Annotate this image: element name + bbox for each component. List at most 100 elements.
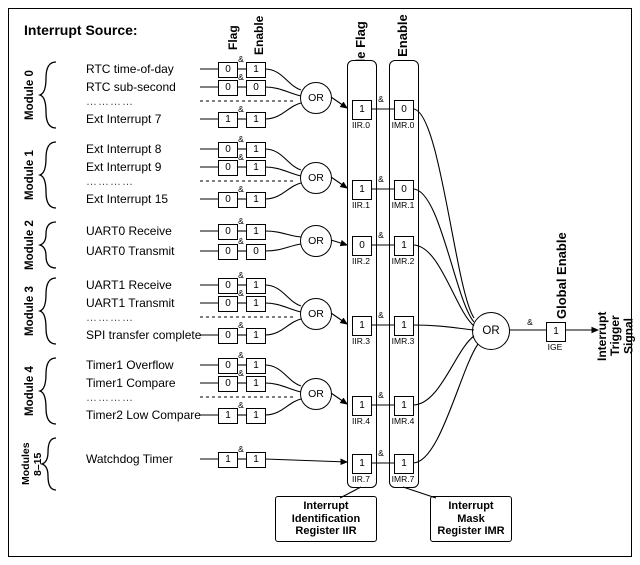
col-enable-label: Enable bbox=[252, 12, 266, 58]
mod4-or: OR bbox=[300, 378, 332, 410]
mod0-and-0: & bbox=[236, 54, 246, 64]
iir-caption: Interrupt Identification Register IIR bbox=[275, 496, 377, 542]
mod2-imr-bit: 1 bbox=[394, 236, 414, 256]
mod2-src-1: UART0 Transmit bbox=[86, 244, 174, 258]
mod4-reg-and: & bbox=[376, 390, 386, 400]
mod4-flag-2: 1 bbox=[218, 408, 238, 424]
mod0-or: OR bbox=[300, 82, 332, 114]
mod2-and-0: & bbox=[236, 216, 246, 226]
mod2-iir-name: IIR.2 bbox=[346, 256, 376, 266]
mod0-iir-bit: 1 bbox=[352, 100, 372, 120]
mod0-src-2: Ext Interrupt 7 bbox=[86, 112, 161, 126]
mod0-en-1: 0 bbox=[246, 80, 266, 96]
diagram-frame: Interrupt Source: Flag Enable Module Fla… bbox=[0, 0, 640, 565]
imr-caption: Interrupt Mask Register IMR bbox=[430, 496, 512, 542]
mod3-ellipsis: ………… bbox=[86, 312, 134, 324]
mod0-en-0: 1 bbox=[246, 62, 266, 78]
mod2-src-0: UART0 Receive bbox=[86, 224, 172, 238]
mod4-flag-0: 0 bbox=[218, 358, 238, 374]
mod3-imr-name: IMR.3 bbox=[388, 336, 418, 346]
col-global-enable-label: Global Enable bbox=[554, 226, 569, 326]
mod1-en-0: 1 bbox=[246, 142, 266, 158]
mod1-and-1: & bbox=[236, 152, 246, 162]
mod0-src-1: RTC sub-second bbox=[86, 80, 176, 94]
mod1-and-0: & bbox=[236, 134, 246, 144]
mod2-and-1: & bbox=[236, 236, 246, 246]
mod3-src-1: UART1 Transmit bbox=[86, 296, 174, 310]
mod2-or: OR bbox=[300, 225, 332, 257]
ige-bit: 1 bbox=[546, 322, 566, 342]
mod3-name: Module 3 bbox=[24, 278, 36, 344]
mod3-imr-bit: 1 bbox=[394, 316, 414, 336]
mod2-en-1: 0 bbox=[246, 244, 266, 260]
mod1-src-0: Ext Interrupt 8 bbox=[86, 142, 161, 156]
mod5-imr-bit: 1 bbox=[394, 454, 414, 474]
mod1-ellipsis: ………… bbox=[86, 176, 134, 188]
mod4-iir-bit: 1 bbox=[352, 396, 372, 416]
mod5-iir-name: IIR.7 bbox=[346, 474, 376, 484]
mod5-en-0: 1 bbox=[246, 452, 266, 468]
mod4-and-0: & bbox=[236, 350, 246, 360]
mod1-imr-name: IMR.1 bbox=[388, 200, 418, 210]
mod1-and-2: & bbox=[236, 184, 246, 194]
mod2-reg-and: & bbox=[376, 230, 386, 240]
mod1-or: OR bbox=[300, 162, 332, 194]
mod1-src-2: Ext Interrupt 15 bbox=[86, 192, 168, 206]
mod2-flag-1: 0 bbox=[218, 244, 238, 260]
mod4-name: Module 4 bbox=[24, 358, 36, 424]
mod1-flag-0: 0 bbox=[218, 142, 238, 158]
mod0-reg-and: & bbox=[376, 94, 386, 104]
mod1-iir-name: IIR.1 bbox=[346, 200, 376, 210]
mod0-ellipsis: ………… bbox=[86, 96, 134, 108]
mod5-reg-and: & bbox=[376, 448, 386, 458]
mod1-name: Module 1 bbox=[24, 142, 36, 208]
big-or-gate: OR bbox=[472, 312, 510, 350]
mod4-ellipsis: ………… bbox=[86, 392, 134, 404]
mod3-flag-0: 0 bbox=[218, 278, 238, 294]
mod5-iir-bit: 1 bbox=[352, 454, 372, 474]
mod5-imr-name: IMR.7 bbox=[388, 474, 418, 484]
mod3-en-0: 1 bbox=[246, 278, 266, 294]
mod4-en-0: 1 bbox=[246, 358, 266, 374]
mod0-flag-1: 0 bbox=[218, 80, 238, 96]
mod4-flag-1: 0 bbox=[218, 376, 238, 392]
mod3-en-1: 1 bbox=[246, 296, 266, 312]
mod3-iir-name: IIR.3 bbox=[346, 336, 376, 346]
mod3-flag-1: 0 bbox=[218, 296, 238, 312]
mod1-iir-bit: 1 bbox=[352, 180, 372, 200]
mod3-and-0: & bbox=[236, 270, 246, 280]
mod3-src-0: UART1 Receive bbox=[86, 278, 172, 292]
mod0-iir-name: IIR.0 bbox=[346, 120, 376, 130]
title: Interrupt Source: bbox=[24, 22, 138, 38]
mod3-and-2: & bbox=[236, 320, 246, 330]
mod4-src-2: Timer2 Low Compare bbox=[86, 408, 201, 422]
output-signal-label: Interrupt Trigger Signal bbox=[596, 296, 636, 376]
mod5-name: Modules 8–15 bbox=[20, 436, 44, 492]
mod1-en-2: 1 bbox=[246, 192, 266, 208]
mod2-flag-0: 0 bbox=[218, 224, 238, 240]
mod2-imr-name: IMR.2 bbox=[388, 256, 418, 266]
mod0-src-0: RTC time-of-day bbox=[86, 62, 174, 76]
ige-and: & bbox=[525, 317, 535, 327]
mod2-name: Module 2 bbox=[24, 220, 36, 270]
mod0-name: Module 0 bbox=[24, 62, 36, 128]
mod1-flag-2: 0 bbox=[218, 192, 238, 208]
mod3-and-1: & bbox=[236, 288, 246, 298]
mod0-and-2: & bbox=[236, 104, 246, 114]
mod1-flag-1: 0 bbox=[218, 160, 238, 176]
mod0-imr-name: IMR.0 bbox=[388, 120, 418, 130]
mod4-src-0: Timer1 Overflow bbox=[86, 358, 174, 372]
mod0-flag-0: 0 bbox=[218, 62, 238, 78]
mod4-imr-bit: 1 bbox=[394, 396, 414, 416]
mod0-flag-2: 1 bbox=[218, 112, 238, 128]
mod1-reg-and: & bbox=[376, 174, 386, 184]
mod3-reg-and: & bbox=[376, 310, 386, 320]
mod3-en-2: 1 bbox=[246, 328, 266, 344]
mod4-and-1: & bbox=[236, 368, 246, 378]
mod4-en-2: 1 bbox=[246, 408, 266, 424]
mod5-flag-0: 1 bbox=[218, 452, 238, 468]
mod4-iir-name: IIR.4 bbox=[346, 416, 376, 426]
mod3-src-2: SPI transfer complete bbox=[86, 328, 201, 342]
mod3-iir-bit: 1 bbox=[352, 316, 372, 336]
mod0-en-2: 1 bbox=[246, 112, 266, 128]
